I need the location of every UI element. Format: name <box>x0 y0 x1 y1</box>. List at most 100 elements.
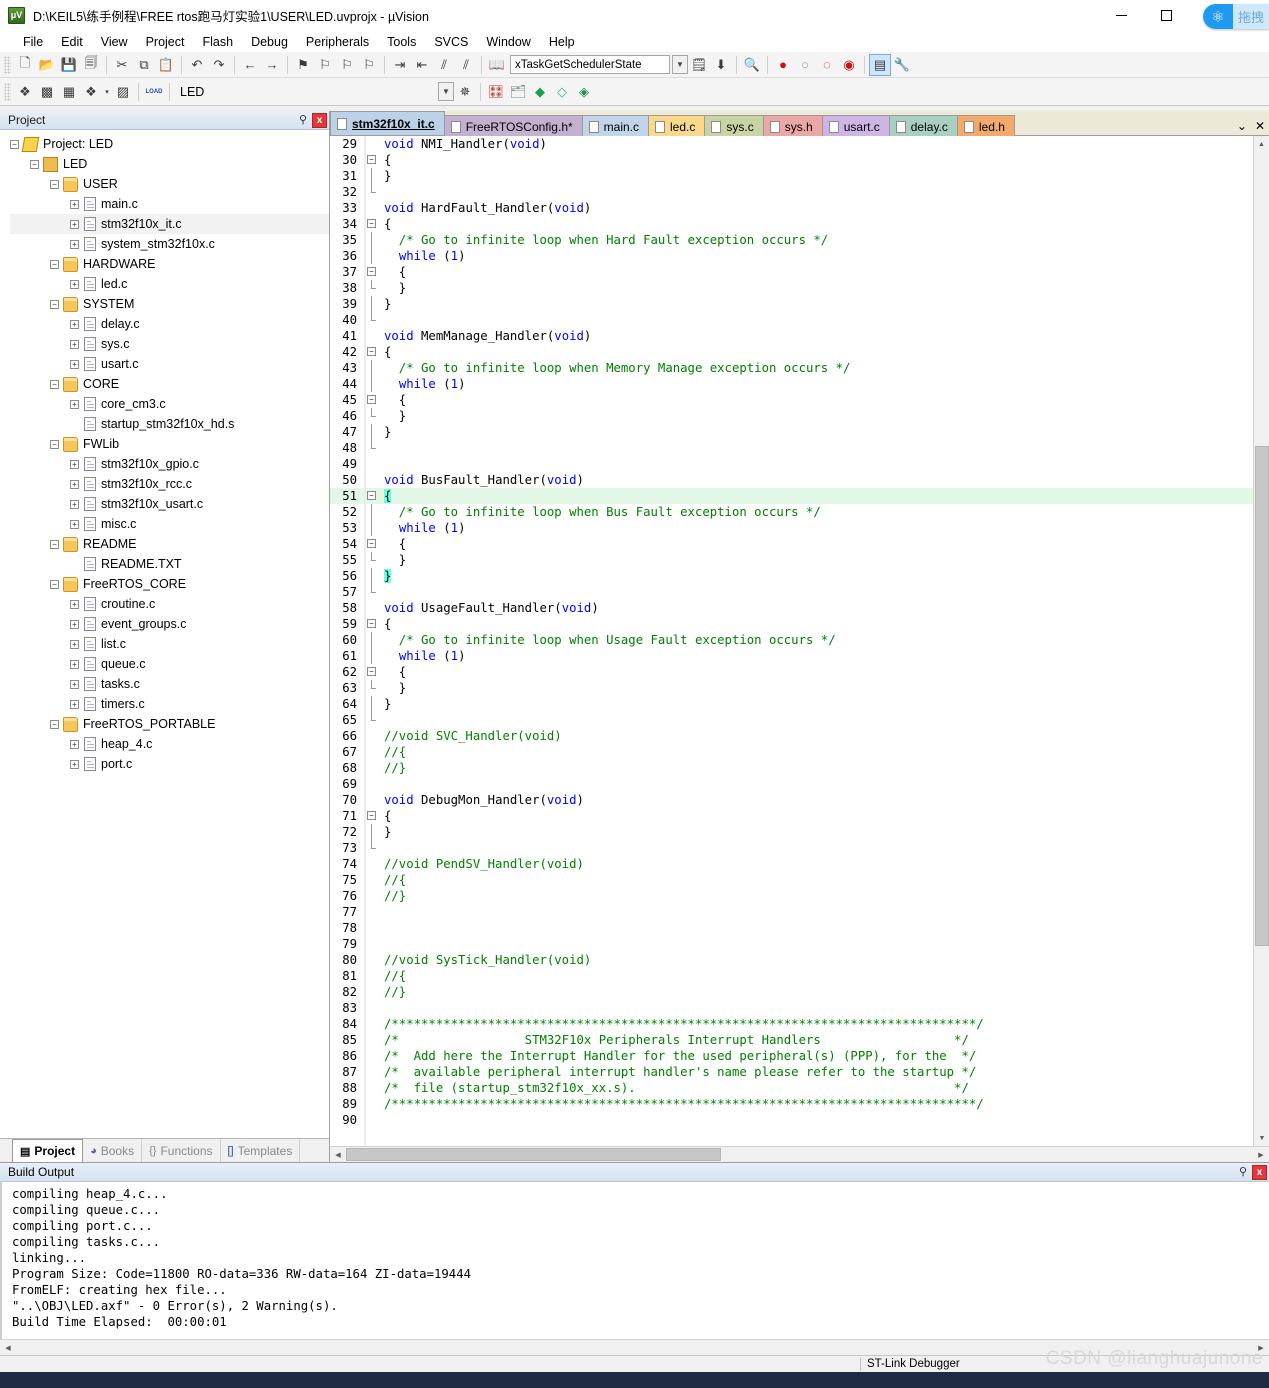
expand-icon[interactable]: + <box>70 220 79 229</box>
fold-marker[interactable] <box>364 952 380 968</box>
collapse-icon[interactable]: − <box>50 180 59 189</box>
fold-marker[interactable]: − <box>364 152 380 168</box>
code-line[interactable]: 33void HardFault_Handler(void) <box>330 200 1253 216</box>
editor-tab-sys-h[interactable]: sys.h <box>763 115 823 137</box>
expand-icon[interactable]: + <box>70 640 79 649</box>
fold-marker[interactable] <box>364 888 380 904</box>
fold-marker[interactable] <box>364 696 380 712</box>
code-line[interactable]: 39} <box>330 296 1253 312</box>
menu-window[interactable]: Window <box>477 33 539 51</box>
code-line[interactable]: 75//{ <box>330 872 1253 888</box>
fold-marker[interactable] <box>364 1016 380 1032</box>
view-tab-project[interactable]: ▤Project <box>12 1139 83 1162</box>
build-pin-icon[interactable]: ⚲ <box>1236 1165 1250 1180</box>
fold-marker[interactable] <box>364 776 380 792</box>
expand-icon[interactable]: + <box>70 500 79 509</box>
tree-item-stm32f10x-it-c[interactable]: +stm32f10x_it.c <box>10 214 329 234</box>
code-line[interactable]: 57 <box>330 584 1253 600</box>
save-icon[interactable]: 💾 <box>58 54 80 76</box>
tree-item-event-groups-c[interactable]: +event_groups.c <box>10 614 329 634</box>
tree-item-list-c[interactable]: +list.c <box>10 634 329 654</box>
expand-icon[interactable]: + <box>70 620 79 629</box>
editor-tab-led-c[interactable]: led.c <box>648 115 705 137</box>
code-line[interactable]: 62− { <box>330 664 1253 680</box>
view-tab-templates[interactable]: []Templates <box>221 1139 301 1162</box>
open-browse-icon[interactable]: 📖 <box>486 54 508 76</box>
code-line[interactable]: 74//void PendSV_Handler(void) <box>330 856 1253 872</box>
menu-project[interactable]: Project <box>137 33 194 51</box>
tree-item-core-cm3-c[interactable]: +core_cm3.c <box>10 394 329 414</box>
horizontal-scroll-thumb[interactable] <box>346 1148 721 1161</box>
fold-marker[interactable] <box>364 328 380 344</box>
code-line[interactable]: 56} <box>330 568 1253 584</box>
fold-marker[interactable] <box>364 712 380 728</box>
paste-icon[interactable]: 📋 <box>155 54 177 76</box>
collapse-icon[interactable]: − <box>50 720 59 729</box>
fold-marker[interactable] <box>364 472 380 488</box>
navigate-back-icon[interactable]: ← <box>239 54 261 76</box>
expand-icon[interactable]: + <box>70 320 79 329</box>
editor-tab-main-c[interactable]: main.c <box>582 115 649 137</box>
expand-icon[interactable]: + <box>70 200 79 209</box>
code-line[interactable]: 67//{ <box>330 744 1253 760</box>
expand-icon[interactable]: + <box>70 480 79 489</box>
indent-decrease-icon[interactable]: ⇤ <box>411 54 433 76</box>
expand-icon[interactable]: + <box>70 520 79 529</box>
scroll-up-icon[interactable]: ▲ <box>1254 136 1269 152</box>
fold-marker[interactable] <box>364 856 380 872</box>
fold-marker[interactable] <box>364 1112 380 1128</box>
code-line[interactable]: 55 } <box>330 552 1253 568</box>
close-tab-icon[interactable]: ✕ <box>1255 119 1265 133</box>
expand-icon[interactable]: + <box>70 400 79 409</box>
expand-icon[interactable]: + <box>70 340 79 349</box>
build-target-icon[interactable]: ▩ <box>36 81 58 103</box>
editor-tab-led-h[interactable]: led.h <box>957 115 1015 137</box>
uncomment-lines-icon[interactable]: ⫽ <box>455 54 477 76</box>
scroll-left-icon[interactable]: ◀ <box>330 1147 346 1162</box>
fold-marker[interactable] <box>364 312 380 328</box>
tree-item-sys-c[interactable]: +sys.c <box>10 334 329 354</box>
disable-breakpoint-icon[interactable]: ○ <box>794 54 816 76</box>
tree-item-usart-c[interactable]: +usart.c <box>10 354 329 374</box>
code-line[interactable]: 40 <box>330 312 1253 328</box>
target-options-icon[interactable]: 🎛 <box>485 81 507 103</box>
code-line[interactable]: 59−{ <box>330 616 1253 632</box>
tree-item-user[interactable]: −USER <box>10 174 329 194</box>
fold-marker[interactable] <box>364 760 380 776</box>
fold-marker[interactable] <box>364 568 380 584</box>
code-line[interactable]: 45− { <box>330 392 1253 408</box>
collapse-icon[interactable]: − <box>30 160 39 169</box>
tree-item-readme-txt[interactable]: README.TXT <box>10 554 329 574</box>
close-icon[interactable]: x <box>312 113 327 128</box>
fold-marker[interactable]: − <box>364 536 380 552</box>
fold-marker[interactable]: − <box>364 344 380 360</box>
code-line[interactable]: 41void MemManage_Handler(void) <box>330 328 1253 344</box>
code-line[interactable]: 83 <box>330 1000 1253 1016</box>
fold-marker[interactable] <box>364 360 380 376</box>
fold-marker[interactable] <box>364 296 380 312</box>
build-scroll-left-icon[interactable]: ◀ <box>0 1340 16 1355</box>
translate-file-icon[interactable]: ❖ <box>14 81 36 103</box>
tree-item-led-c[interactable]: +led.c <box>10 274 329 294</box>
fold-marker[interactable] <box>364 1064 380 1080</box>
code-line[interactable]: 87/* available peripheral interrupt hand… <box>330 1064 1253 1080</box>
code-line[interactable]: 72} <box>330 824 1253 840</box>
tree-item-stm32f10x-gpio-c[interactable]: +stm32f10x_gpio.c <box>10 454 329 474</box>
code-line[interactable]: 37− { <box>330 264 1253 280</box>
tree-item-croutine-c[interactable]: +croutine.c <box>10 594 329 614</box>
fold-marker[interactable] <box>364 744 380 760</box>
code-line[interactable]: 90 <box>330 1112 1253 1128</box>
menu-peripherals[interactable]: Peripherals <box>297 33 378 51</box>
fold-marker[interactable]: − <box>364 808 380 824</box>
menu-file[interactable]: File <box>14 33 52 51</box>
tree-item-timers-c[interactable]: +timers.c <box>10 694 329 714</box>
expand-icon[interactable]: + <box>70 740 79 749</box>
code-line[interactable]: 63 } <box>330 680 1253 696</box>
collapse-icon[interactable]: − <box>50 580 59 589</box>
fold-marker[interactable]: − <box>364 664 380 680</box>
symbol-search-combo[interactable]: xTaskGetSchedulerState <box>510 55 670 74</box>
tree-item-stm32f10x-usart-c[interactable]: +stm32f10x_usart.c <box>10 494 329 514</box>
editor-tab-sys-c[interactable]: sys.c <box>704 115 763 137</box>
menu-debug[interactable]: Debug <box>242 33 297 51</box>
new-file-icon[interactable]: 🗋 <box>14 54 36 76</box>
